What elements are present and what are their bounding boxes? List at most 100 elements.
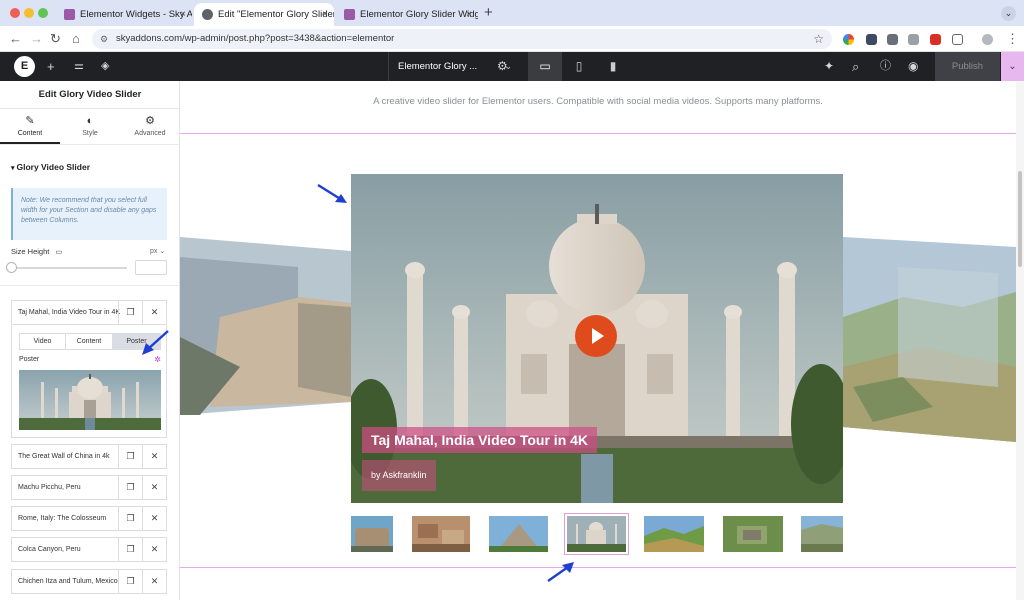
canvas-scrollbar[interactable] xyxy=(1016,81,1024,600)
thumbnail[interactable] xyxy=(489,516,548,552)
browser-tab[interactable]: Elementor Widgets - Sky Addons × xyxy=(56,3,192,26)
extension-icon[interactable] xyxy=(908,34,919,45)
puzzle-extensions-icon[interactable] xyxy=(952,34,963,45)
publish-options-chevron-icon[interactable]: ⌄ xyxy=(1001,52,1024,81)
address-bar-row: ← → ↻ ⌂ ⚙ skyaddons.com/wp-admin/post.ph… xyxy=(0,26,1024,52)
thumbnail[interactable] xyxy=(801,516,843,552)
thumbnail[interactable] xyxy=(723,516,783,552)
repeater-item-title: Colca Canyon, Peru xyxy=(18,546,81,553)
scrollbar-thumb[interactable] xyxy=(1018,171,1022,267)
size-height-slider[interactable] xyxy=(11,267,127,269)
unit-selector[interactable]: px ⌄ xyxy=(150,247,165,255)
repeater-item[interactable]: Taj Mahal, India Video Tour in 4K ❐ ✕ xyxy=(11,300,167,325)
subtab-video[interactable]: Video xyxy=(20,334,66,349)
delete-x-icon[interactable]: ✕ xyxy=(142,570,166,593)
delete-x-icon[interactable]: ✕ xyxy=(142,476,166,499)
home-icon[interactable]: ⌂ xyxy=(72,30,80,48)
mountain-landscape-slide-image xyxy=(843,237,1016,442)
publish-button[interactable]: Publish xyxy=(935,52,1000,81)
structure-layers-icon[interactable]: ◈ xyxy=(101,58,109,75)
maximize-window-button[interactable] xyxy=(38,8,48,18)
slide-next[interactable] xyxy=(843,237,1016,447)
hills-thumbnail-image xyxy=(644,516,704,552)
tab-advanced[interactable]: ⚙ Advanced xyxy=(120,109,179,144)
tab-title: Elementor Glory Slider Widget xyxy=(360,9,478,20)
thumbnail[interactable] xyxy=(412,516,470,552)
reload-icon[interactable]: ↻ xyxy=(50,30,61,48)
duplicate-icon[interactable]: ❐ xyxy=(118,445,142,468)
play-button[interactable] xyxy=(575,315,617,357)
elementor-logo-icon[interactable]: E xyxy=(14,56,35,77)
size-height-input[interactable] xyxy=(135,260,167,275)
extension-icon[interactable] xyxy=(887,34,898,45)
minimize-window-button[interactable] xyxy=(24,8,34,18)
pyramid-slide-image xyxy=(180,237,351,415)
forward-icon[interactable]: → xyxy=(30,30,43,48)
tab-search-icon[interactable]: ⌄ xyxy=(1001,6,1016,21)
delete-x-icon[interactable]: ✕ xyxy=(142,301,166,324)
shield-extension-icon[interactable] xyxy=(866,34,877,45)
browser-tab-bar: Elementor Widgets - Sky Addons × Edit "E… xyxy=(0,0,1024,26)
subtab-content[interactable]: Content xyxy=(66,334,113,349)
notifications-rocket-icon[interactable]: ✦ xyxy=(824,58,834,75)
extension-icon[interactable] xyxy=(930,34,941,45)
new-tab-button[interactable]: + xyxy=(484,3,493,23)
back-icon[interactable]: ← xyxy=(9,30,22,48)
section-toggle[interactable]: ▾ Glory Video Slider xyxy=(11,162,90,172)
preview-eye-icon[interactable]: ◉ xyxy=(908,58,918,75)
search-icon[interactable]: ⌕ xyxy=(852,58,859,75)
duplicate-icon[interactable]: ❐ xyxy=(118,301,142,324)
slider-handle[interactable] xyxy=(6,262,17,273)
repeater-item[interactable]: Chichen Itza and Tulum, Mexico ❐ ✕ xyxy=(11,569,167,594)
repeater-item[interactable]: Colca Canyon, Peru ❐ ✕ xyxy=(11,537,167,562)
poster-image-picker[interactable] xyxy=(19,370,161,430)
tab-style[interactable]: ◐ Style xyxy=(60,109,120,144)
url-text: skyaddons.com/wp-admin/post.php?post=343… xyxy=(116,33,395,44)
tab-title: Edit "Elementor Glory Slider V xyxy=(218,9,334,20)
mobile-view-icon[interactable]: ▮ xyxy=(596,52,630,81)
section-border xyxy=(180,567,1016,568)
delete-x-icon[interactable]: ✕ xyxy=(142,445,166,468)
repeater-item[interactable]: Rome, Italy: The Colosseum ❐ ✕ xyxy=(11,506,167,531)
browser-tab[interactable]: Elementor Glory Slider Widget × xyxy=(336,3,478,26)
active-slide[interactable]: Taj Mahal, India Video Tour in 4K by Ask… xyxy=(351,174,843,503)
close-window-button[interactable] xyxy=(10,8,20,18)
help-icon[interactable]: ⓘ xyxy=(880,58,891,75)
desktop-view-icon[interactable]: ▭ xyxy=(528,52,562,81)
section-title: Glory Video Slider xyxy=(16,162,91,172)
duplicate-icon[interactable]: ❐ xyxy=(118,476,142,499)
duplicate-icon[interactable]: ❐ xyxy=(118,570,142,593)
close-tab-icon[interactable]: × xyxy=(466,3,472,26)
delete-x-icon[interactable]: ✕ xyxy=(142,507,166,530)
profile-avatar[interactable] xyxy=(982,34,993,45)
extension-icon[interactable] xyxy=(843,34,854,45)
page-settings-gear-icon[interactable]: ⚙ xyxy=(497,58,508,75)
tab-content[interactable]: ✎ Content xyxy=(0,109,60,144)
ruins-thumbnail-image xyxy=(723,516,783,552)
url-field[interactable]: ⚙ skyaddons.com/wp-admin/post.php?post=3… xyxy=(92,29,832,49)
responsive-desktop-icon[interactable]: ▭ xyxy=(55,249,62,256)
close-tab-icon[interactable]: × xyxy=(180,3,186,26)
duplicate-icon[interactable]: ❐ xyxy=(118,538,142,561)
browser-tab-active[interactable]: Edit "Elementor Glory Slider V × xyxy=(194,3,334,26)
delete-x-icon[interactable]: ✕ xyxy=(142,538,166,561)
slide-prev[interactable] xyxy=(180,237,351,420)
repeater-item[interactable]: The Great Wall of China in 4k ❐ ✕ xyxy=(11,444,167,469)
site-info-icon[interactable]: ⚙ xyxy=(100,29,108,49)
thumbnail-active[interactable] xyxy=(564,513,629,555)
repeater-item[interactable]: Machu Picchu, Peru ❐ ✕ xyxy=(11,475,167,500)
browser-menu-icon[interactable]: ⋮ xyxy=(1006,30,1019,48)
duplicate-icon[interactable]: ❐ xyxy=(118,507,142,530)
taj-mahal-poster-image xyxy=(19,370,161,430)
thumbnail[interactable] xyxy=(351,516,393,552)
bookmark-star-icon[interactable]: ☆ xyxy=(813,29,824,49)
close-tab-icon[interactable]: × xyxy=(322,3,328,26)
size-height-text: Size Height xyxy=(11,247,50,256)
tab-label: Content xyxy=(17,130,43,137)
tablet-view-icon[interactable]: ▯ xyxy=(562,52,596,81)
thumbnail[interactable] xyxy=(644,516,704,552)
add-element-icon[interactable]: + xyxy=(47,58,55,75)
globe-favicon-icon xyxy=(202,9,213,20)
site-settings-icon[interactable]: ⚌ xyxy=(74,58,84,75)
info-note: Note: We recommend that you select full … xyxy=(11,188,167,240)
